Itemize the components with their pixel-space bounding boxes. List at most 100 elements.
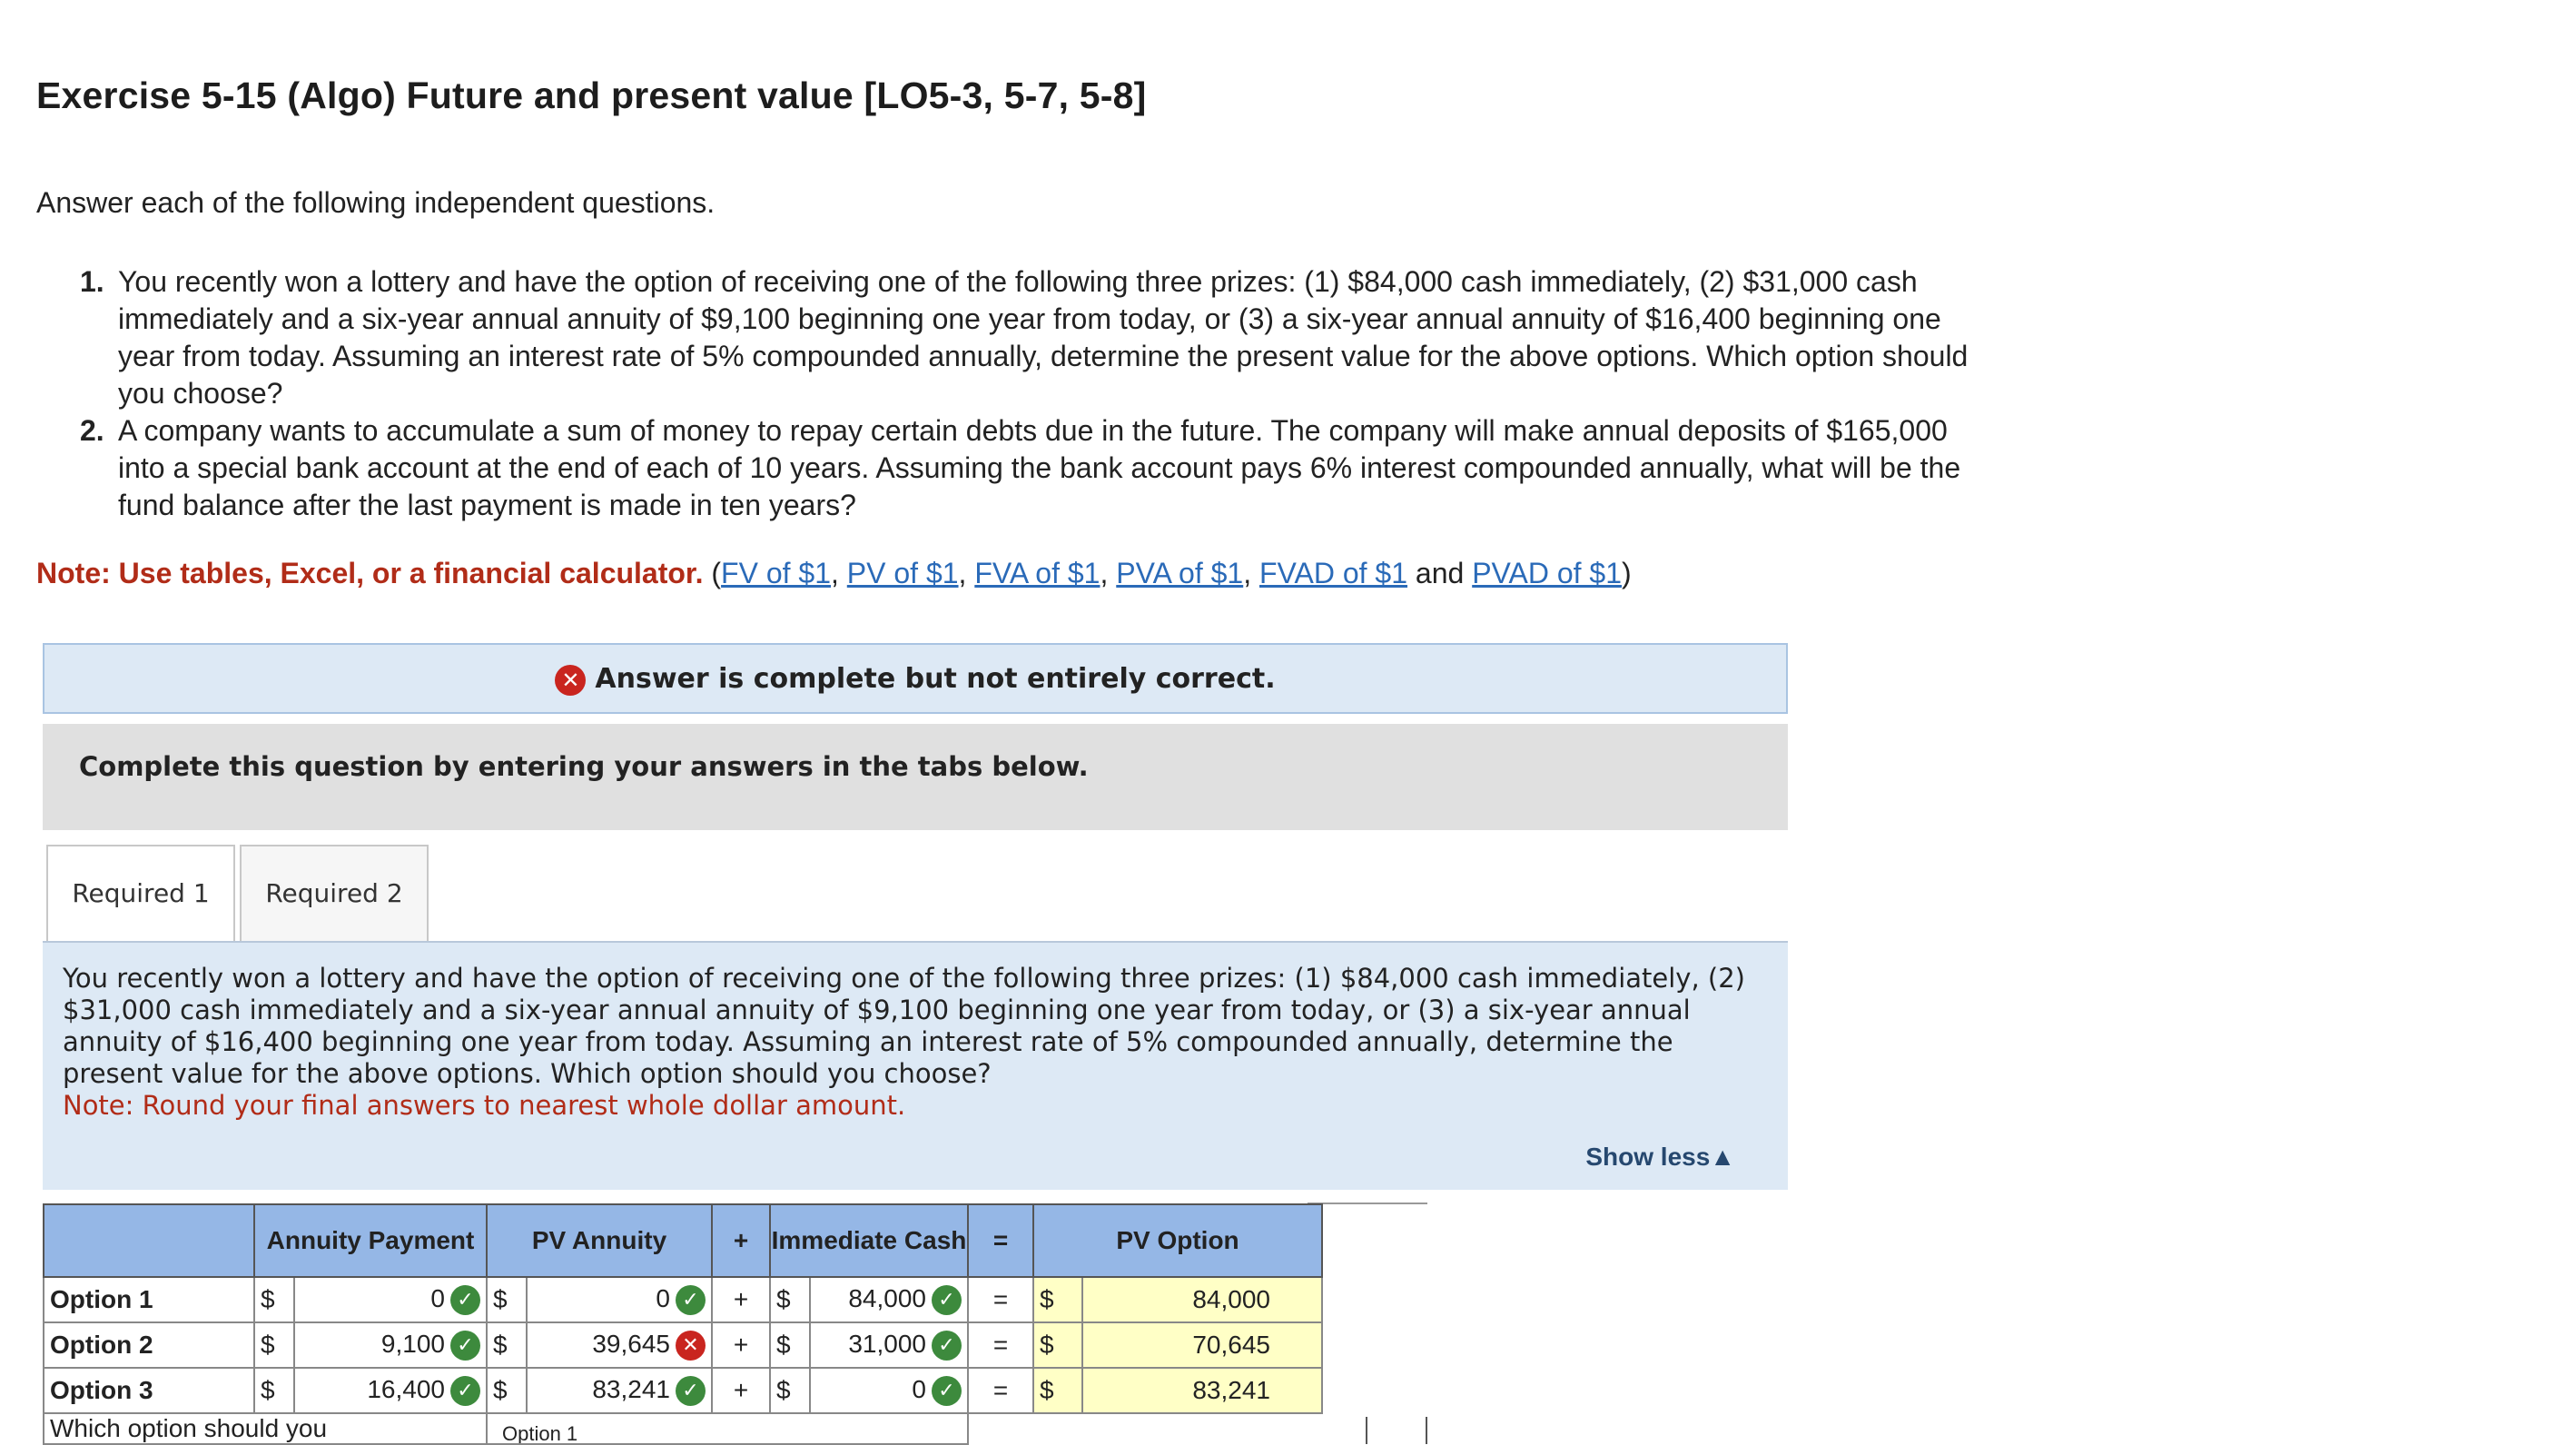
link-fv[interactable]: FV of $1	[721, 557, 831, 589]
which-option-row: Which option should you Option 1✓	[43, 1412, 1322, 1445]
annuity-value: 16,400	[367, 1374, 445, 1403]
plus-sign: +	[711, 1321, 771, 1369]
note-paren: )	[1622, 557, 1632, 589]
which-option-label: Which option should you	[43, 1412, 488, 1445]
triangle-up-icon: ▲	[1710, 1143, 1735, 1171]
note-label: Note: Use tables, Excel, or a financial …	[36, 557, 704, 589]
which-option-value: Option 1	[502, 1422, 578, 1444]
check-icon: ✓	[450, 1331, 480, 1361]
annuity-payment-input[interactable]: 9,100 ✓	[293, 1321, 488, 1369]
currency-symbol: $	[769, 1321, 811, 1369]
question-list: 1. You recently won a lottery and have th…	[80, 263, 1969, 524]
pv-table: Annuity Payment PV Annuity + Immediate C…	[43, 1203, 1323, 1445]
link-pvad[interactable]: PVAD of $1	[1472, 557, 1622, 589]
check-icon: ✓	[450, 1376, 480, 1407]
pv-annuity-input[interactable]: 39,645 ✕	[526, 1321, 713, 1369]
check-icon: ✓	[932, 1331, 962, 1361]
pv-option-value: 83,241	[1081, 1367, 1323, 1414]
link-pv[interactable]: PV of $1	[847, 557, 959, 589]
row-label: Option 1	[43, 1276, 255, 1323]
question-panel-text: You recently won a lottery and have the …	[63, 963, 1745, 1089]
note-line: Note: Use tables, Excel, or a financial …	[36, 557, 1632, 590]
table-row: Option 1 $ 0 ✓ $ 0 ✓ + $ 84,000 ✓ = $ 84,00…	[43, 1276, 1323, 1323]
note-and: and	[1407, 557, 1473, 589]
plus-sign: +	[711, 1367, 771, 1414]
note-sep: ,	[958, 557, 975, 589]
immediate-cash-value: 84,000	[848, 1283, 926, 1312]
row-label: Option 3	[43, 1367, 255, 1414]
page-title: Exercise 5-15 (Algo) Future and present …	[36, 74, 1147, 116]
feedback-text: Answer is complete but not entirely corr…	[595, 663, 1276, 695]
check-icon: ✓	[676, 1285, 706, 1316]
question-panel-note: Note: Round your final answers to neares…	[63, 1090, 906, 1121]
currency-symbol: $	[253, 1321, 295, 1369]
pv-option-value: 70,645	[1081, 1321, 1323, 1369]
immediate-cash-input[interactable]: 84,000 ✓	[809, 1276, 969, 1323]
immediate-cash-input[interactable]: 0 ✓	[809, 1367, 969, 1414]
link-fvad[interactable]: FVAD of $1	[1259, 557, 1407, 589]
currency-symbol: $	[486, 1321, 528, 1369]
question-item: 2. A company wants to accumulate a sum of…	[80, 412, 1969, 524]
question-text: You recently won a lottery and have the …	[118, 265, 1969, 410]
question-number: 2.	[80, 414, 104, 447]
immediate-cash-input[interactable]: 31,000 ✓	[809, 1321, 969, 1369]
currency-symbol: $	[253, 1367, 295, 1414]
table-row: Option 2 $ 9,100 ✓ $ 39,645 ✕ + $ 31,000 ✓ …	[43, 1321, 1323, 1369]
pv-annuity-input[interactable]: 0 ✓	[526, 1276, 713, 1323]
currency-symbol: $	[1032, 1321, 1083, 1369]
annuity-payment-input[interactable]: 0 ✓	[293, 1276, 488, 1323]
divider	[1308, 1203, 1427, 1204]
currency-symbol: $	[1032, 1276, 1083, 1323]
equals-sign: =	[967, 1367, 1034, 1414]
show-less-label: Show less	[1585, 1143, 1711, 1171]
currency-symbol: $	[486, 1367, 528, 1414]
pv-option-value: 84,000	[1081, 1276, 1323, 1323]
link-fva[interactable]: FVA of $1	[974, 557, 1100, 589]
divider	[1426, 1417, 1427, 1444]
note-sep: ,	[1243, 557, 1259, 589]
instruction-box: Complete this question by entering your …	[43, 724, 1788, 830]
equals-sign: =	[967, 1321, 1034, 1369]
pv-annuity-input[interactable]: 83,241 ✓	[526, 1367, 713, 1414]
pv-annuity-value: 0	[656, 1283, 670, 1312]
plus-sign: +	[711, 1276, 771, 1323]
link-pva[interactable]: PVA of $1	[1116, 557, 1243, 589]
currency-symbol: $	[769, 1367, 811, 1414]
row-label: Option 2	[43, 1321, 255, 1369]
question-item: 1. You recently won a lottery and have th…	[80, 263, 1969, 412]
header-equals: =	[967, 1203, 1034, 1278]
annuity-value: 9,100	[380, 1329, 445, 1358]
annuity-payment-input[interactable]: 16,400 ✓	[293, 1367, 488, 1414]
currency-symbol: $	[253, 1276, 295, 1323]
note-sep: ,	[1100, 557, 1117, 589]
divider	[1366, 1417, 1367, 1444]
immediate-cash-value: 31,000	[848, 1329, 926, 1358]
header-pv-annuity: PV Annuity	[486, 1203, 713, 1278]
table-header-blank	[43, 1203, 255, 1278]
tab-required-1[interactable]: Required 1	[46, 845, 235, 945]
header-plus: +	[711, 1203, 771, 1278]
header-pv-option: PV Option	[1032, 1203, 1323, 1278]
x-mark-icon: ✕	[676, 1331, 706, 1361]
question-panel: You recently won a lottery and have the …	[43, 943, 1788, 1190]
immediate-cash-value: 0	[912, 1374, 926, 1403]
note-sep: ,	[831, 557, 847, 589]
instruction-text: Complete this question by entering your …	[79, 751, 1089, 782]
table-row: Option 3 $ 16,400 ✓ $ 83,241 ✓ + $ 0 ✓ = $ …	[43, 1367, 1323, 1414]
question-number: 1.	[80, 265, 104, 298]
intro-text: Answer each of the following independent…	[36, 186, 716, 219]
note-paren: (	[703, 557, 722, 589]
header-immediate-cash: Immediate Cash	[769, 1203, 969, 1278]
pv-annuity-value: 39,645	[592, 1329, 670, 1358]
show-less-button[interactable]: Show less▲	[1585, 1143, 1735, 1172]
check-icon: ✓	[932, 1285, 962, 1316]
empty-cell	[968, 1413, 1322, 1444]
which-option-select[interactable]: Option 1✓	[486, 1412, 969, 1445]
currency-symbol: $	[1032, 1367, 1083, 1414]
question-text: A company wants to accumulate a sum of m…	[118, 414, 1961, 521]
feedback-banner: ✕ Answer is complete but not entirely cor…	[43, 643, 1788, 714]
tab-required-2[interactable]: Required 2	[240, 845, 429, 941]
pv-annuity-value: 83,241	[592, 1374, 670, 1403]
check-icon: ✓	[676, 1376, 706, 1407]
currency-symbol: $	[769, 1276, 811, 1323]
